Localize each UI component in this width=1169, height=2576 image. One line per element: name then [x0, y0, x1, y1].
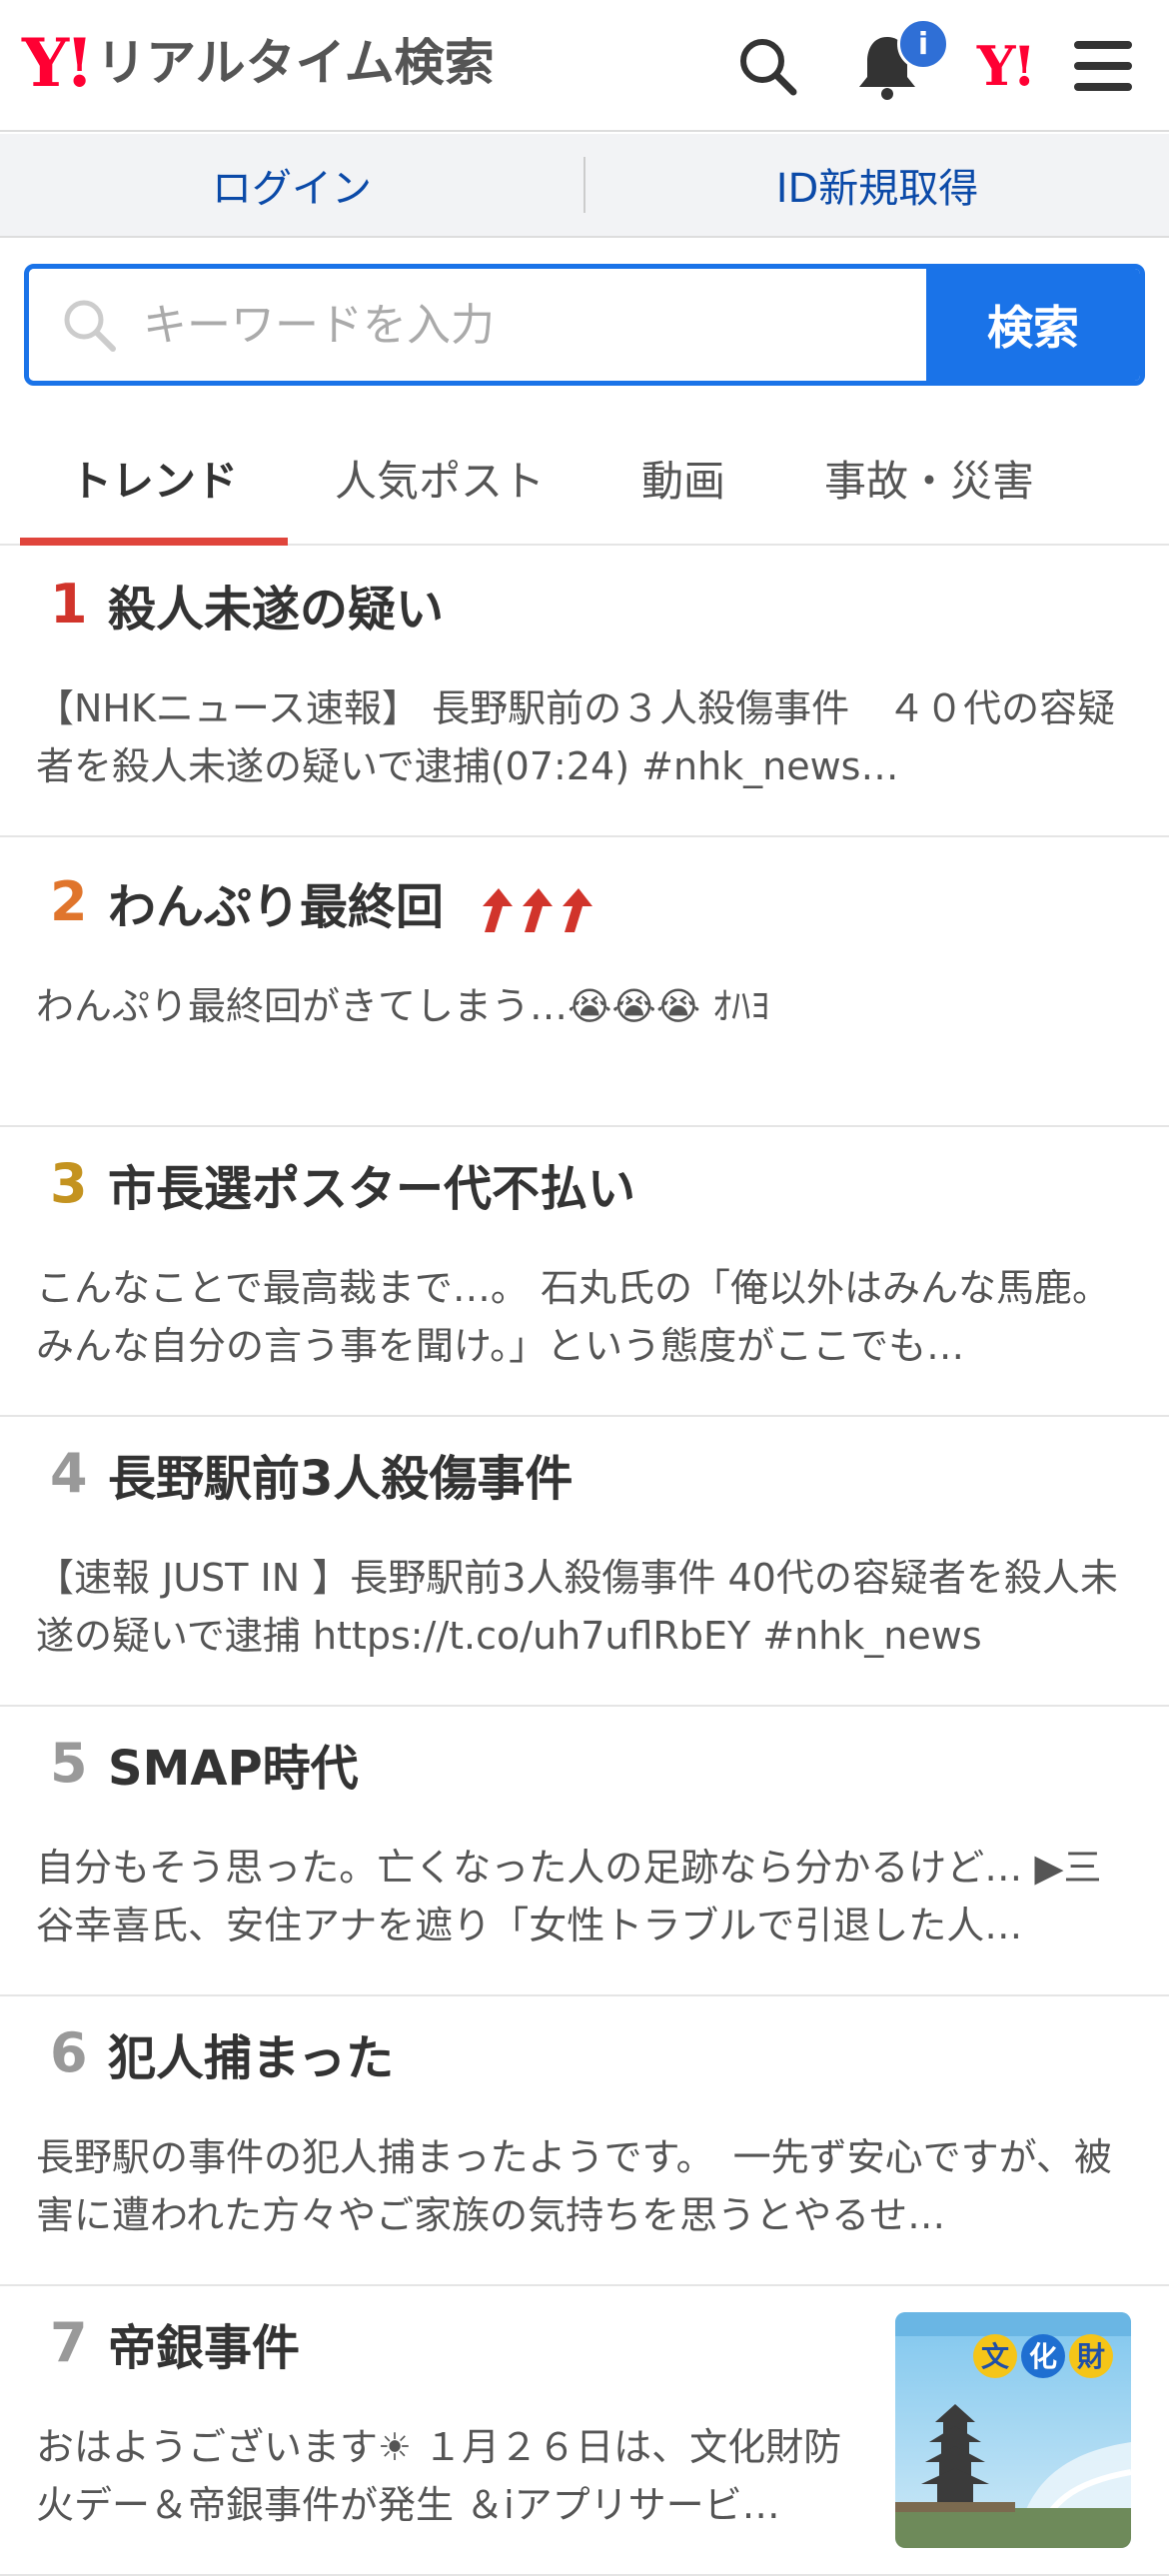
- thumb-char: 財: [1077, 2340, 1105, 2373]
- search-field-wrapper: [29, 269, 926, 381]
- trend-item[interactable]: 7 帝銀事件 おはようございます☀ １月２６日は、文化財防火デー＆帝銀事件が発生…: [0, 2286, 1169, 2576]
- trend-description: 【速報 JUST IN 】長野駅前3人殺傷事件 40代の容疑者を殺人未遂の疑いで…: [36, 1556, 1118, 1658]
- trend-description: 【NHKニュース速報】 長野駅前の３人殺傷事件 ４０代の容疑者を殺人未遂の疑いで…: [36, 686, 1116, 788]
- trend-item[interactable]: 4 長野駅前3人殺傷事件 【速報 JUST IN 】長野駅前3人殺傷事件 40代…: [0, 1417, 1169, 1707]
- rank-number: 7: [50, 2311, 88, 2374]
- search-input[interactable]: [143, 299, 882, 351]
- trend-item[interactable]: 2 わんぷり最終回 わんぷり最終回がきてしまう…😭😭😭 ｵﾊﾖ: [0, 837, 1169, 1127]
- hamburger-menu-icon[interactable]: [1065, 28, 1141, 104]
- rank-number: 5: [50, 1732, 88, 1795]
- search-button[interactable]: 検索: [926, 269, 1140, 381]
- logo-text: リアルタイム検索: [96, 34, 495, 92]
- search-field-icon: [64, 300, 116, 352]
- yj-mark: Y!: [976, 34, 1036, 98]
- trend-item[interactable]: 1 殺人未遂の疑い 【NHKニュース速報】 長野駅前の３人殺傷事件 ４０代の容疑…: [0, 548, 1169, 837]
- notification-badge: i: [897, 18, 949, 70]
- trend-title: わんぷり最終回: [108, 879, 445, 935]
- trend-item[interactable]: 5 SMAP時代 自分もそう思った。亡くなった人の足跡なら分かるけど… ▶三谷幸…: [0, 1707, 1169, 1996]
- trend-title: 殺人未遂の疑い: [108, 582, 445, 638]
- rank-number: 4: [50, 1442, 88, 1505]
- trend-item[interactable]: 3 市長選ポスター代不払い こんなことで最高裁まで…。 石丸氏の「俺以外はみんな…: [0, 1127, 1169, 1417]
- trend-title: 犯人捕まった: [108, 2030, 395, 2086]
- account-bar: ログイン ID新規取得: [0, 134, 1169, 238]
- trend-title: 帝銀事件: [108, 2320, 301, 2376]
- trend-description: おはようございます☀ １月２６日は、文化財防火デー＆帝銀事件が発生 ＆iアプリサ…: [36, 2425, 842, 2527]
- rank-number: 6: [50, 2021, 88, 2084]
- trend-list: 1 殺人未遂の疑い 【NHKニュース速報】 長野駅前の３人殺傷事件 ４０代の容疑…: [0, 548, 1169, 2576]
- trend-description: こんなことで最高裁まで…。 石丸氏の「俺以外はみんな馬鹿。みんな自分の言う事を聞…: [36, 1266, 1110, 1368]
- rank-number: 1: [50, 573, 88, 636]
- trend-title-wrapper: わんぷり最終回: [108, 879, 594, 937]
- category-tabs: トレンド 人気ポスト 動画 事故・災害: [0, 410, 1169, 546]
- trend-thumbnail[interactable]: 文 化 財: [895, 2312, 1131, 2548]
- trend-description: 自分もそう思った。亡くなった人の足跡なら分かるけど… ▶三谷幸喜氏、安住アナを遮…: [36, 1846, 1102, 1947]
- search-icon[interactable]: [729, 28, 805, 104]
- tab-popular-posts[interactable]: 人気ポスト: [300, 410, 580, 546]
- tab-accident-disaster[interactable]: 事故・災害: [789, 410, 1069, 546]
- thumb-char: 文: [981, 2340, 1009, 2373]
- signup-link[interactable]: ID新規取得: [585, 134, 1169, 236]
- yahoo-japan-icon[interactable]: Y!: [967, 28, 1043, 104]
- trend-title: SMAP時代: [108, 1741, 359, 1797]
- tab-video[interactable]: 動画: [599, 410, 767, 546]
- thumb-char: 化: [1029, 2340, 1057, 2373]
- active-tab-indicator: [20, 538, 288, 546]
- rank-number: 3: [50, 1152, 88, 1215]
- tab-trend[interactable]: トレンド: [20, 410, 288, 546]
- trend-item[interactable]: 6 犯人捕まった 長野駅の事件の犯人捕まったようです。 一先ず安心ですが、被害に…: [0, 1996, 1169, 2286]
- rank-number: 2: [50, 870, 88, 933]
- yahoo-logo-mark: Y!: [22, 24, 94, 102]
- search-form: 検索: [24, 264, 1145, 386]
- rising-arrows-icon: [482, 888, 592, 932]
- login-link[interactable]: ログイン: [0, 134, 584, 236]
- trend-title: 市長選ポスター代不払い: [108, 1161, 636, 1217]
- trend-description: 長野駅の事件の犯人捕まったようです。 一先ず安心ですが、被害に遭われた方々やご家…: [36, 2135, 1112, 2237]
- notification-bell-icon[interactable]: i: [849, 18, 949, 104]
- trend-description: わんぷり最終回がきてしまう…😭😭😭 ｵﾊﾖ: [36, 984, 770, 1028]
- trend-title: 長野駅前3人殺傷事件: [108, 1451, 574, 1507]
- yahoo-realtime-logo[interactable]: Y! リアルタイム検索: [22, 28, 495, 98]
- app-header: Y! リアルタイム検索 i Y!: [0, 0, 1169, 132]
